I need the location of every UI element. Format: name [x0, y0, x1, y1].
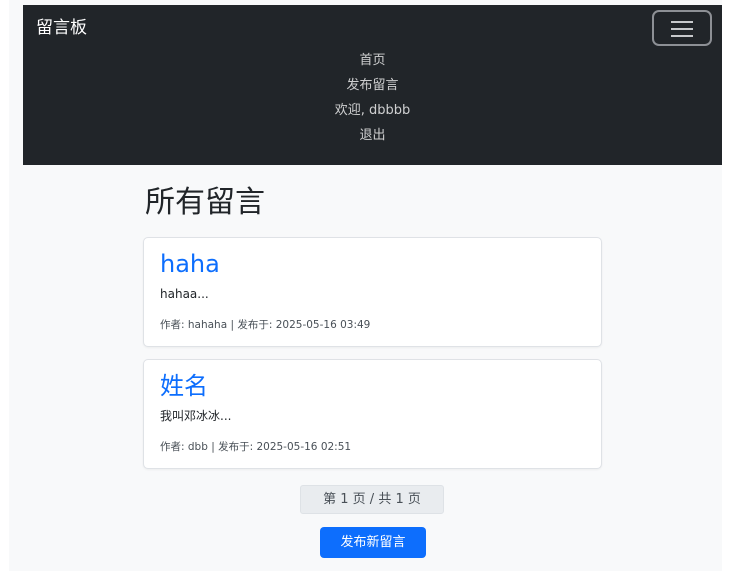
- nav-link-post-message[interactable]: 发布留言: [23, 73, 722, 98]
- post-card: haha hahaa... 作者: hahaha | 发布于: 2025-05-…: [143, 237, 602, 347]
- nav-link-home[interactable]: 首页: [23, 48, 722, 73]
- navbar-brand[interactable]: 留言板: [36, 16, 87, 40]
- post-excerpt: hahaa...: [160, 287, 209, 301]
- nav-links: 首页 发布留言 欢迎, dbbbb 退出: [23, 48, 722, 148]
- post-meta: 作者: hahaha | 发布于: 2025-05-16 03:49: [160, 319, 371, 331]
- post-card: 姓名 我叫邓冰冰... 作者: dbb | 发布于: 2025-05-16 02…: [143, 359, 602, 469]
- navbar-toggler-button[interactable]: [652, 10, 712, 46]
- pagination-status: 第 1 页 / 共 1 页: [300, 485, 444, 514]
- new-post-button[interactable]: 发布新留言: [320, 527, 426, 558]
- nav-welcome-user[interactable]: 欢迎, dbbbb: [23, 98, 722, 123]
- navbar: 留言板 首页 发布留言 欢迎, dbbbb 退出: [23, 5, 722, 165]
- post-title-link[interactable]: haha: [160, 248, 220, 280]
- page-title: 所有留言: [145, 185, 265, 220]
- nav-link-logout[interactable]: 退出: [23, 123, 722, 148]
- post-meta: 作者: dbb | 发布于: 2025-05-16 02:51: [160, 441, 352, 453]
- post-title-link[interactable]: 姓名: [160, 370, 208, 402]
- post-excerpt: 我叫邓冰冰...: [160, 409, 232, 423]
